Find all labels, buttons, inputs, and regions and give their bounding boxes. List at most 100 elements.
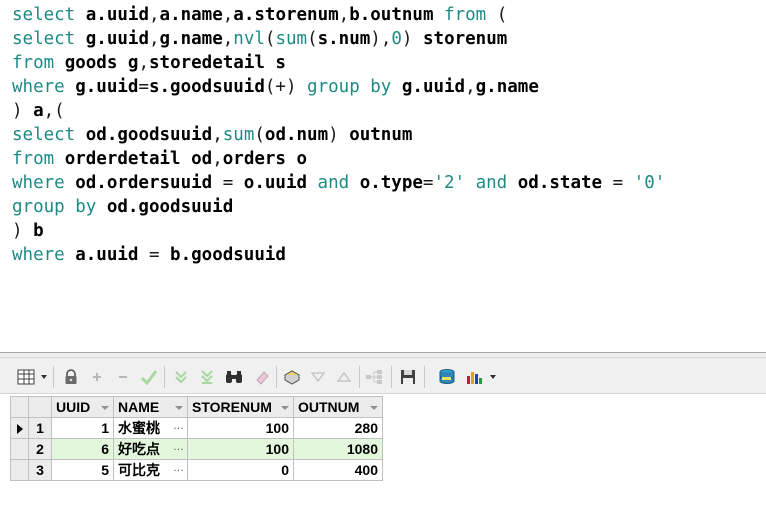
code-line[interactable]: select od.goodsuuid,sum(od.num) outnum — [12, 123, 665, 147]
query-by-example-icon[interactable] — [282, 367, 302, 387]
sql-symbol: , — [338, 5, 350, 25]
row-number[interactable]: 2 — [28, 438, 52, 460]
filter-icon[interactable] — [308, 367, 328, 387]
cell-name[interactable]: 水蜜桃… — [113, 417, 188, 439]
column-sort-caret-icon — [281, 406, 289, 410]
sql-number: 0 — [391, 29, 402, 49]
cell-name[interactable]: 好吃点… — [113, 438, 188, 460]
cell-outnum[interactable]: 280 — [293, 417, 383, 439]
column-header-storenum[interactable]: STORENUM — [187, 396, 294, 418]
sql-string: '0' — [633, 173, 666, 193]
sql-symbol: , — [222, 5, 234, 25]
save-icon[interactable] — [398, 367, 418, 387]
code-line[interactable]: where g.uuid=s.goodsuuid(+) group by g.u… — [12, 75, 665, 99]
toolbar-separator — [164, 366, 165, 388]
sql-symbol: ), — [370, 29, 392, 49]
sql-keyword: select — [12, 29, 86, 49]
cell-outnum-value: 400 — [354, 462, 378, 478]
table-row[interactable]: 2 6 好吃点 … 100 1080 — [10, 438, 383, 460]
sql-symbol: ( — [496, 5, 508, 25]
row-number[interactable]: 3 — [28, 459, 52, 481]
sql-symbol: ) — [12, 221, 34, 241]
cell-storenum[interactable]: 100 — [187, 417, 294, 439]
row-number[interactable]: 1 — [28, 417, 52, 439]
sql-keyword: where — [12, 77, 76, 97]
sql-keyword: from — [12, 53, 65, 73]
chart-dropdown-icon[interactable] — [490, 375, 496, 379]
code-line[interactable]: group by od.goodsuuid — [12, 195, 665, 219]
column-header-outnum[interactable]: OUTNUM — [293, 396, 383, 418]
sql-identifier: storedetail s — [149, 53, 286, 73]
code-line[interactable]: ) a,( — [12, 99, 665, 123]
cell-name-value: 可比克 — [118, 462, 160, 478]
toolbar-separator — [276, 366, 277, 388]
sql-symbol: , — [148, 5, 160, 25]
code-line[interactable]: from orderdetail od,orders o — [12, 147, 665, 171]
code-line[interactable]: where od.ordersuuid = o.uuid and o.type=… — [12, 171, 665, 195]
sql-identifier: od.ordersuuid — [75, 173, 213, 193]
column-header-name[interactable]: NAME — [113, 396, 188, 418]
fetch-next-icon[interactable] — [171, 367, 191, 387]
sql-identifier: a — [33, 101, 44, 121]
code-line[interactable]: from goods g,storedetail s — [12, 51, 665, 75]
cell-editor-ellipsis-button[interactable]: … — [173, 441, 184, 453]
code-line[interactable]: ) b — [12, 219, 665, 243]
delete-record-icon[interactable] — [113, 367, 133, 387]
result-grid-area: UUID NAME STORENUM OUTNUM 1 1 水蜜桃 … 100 280 2 6… — [0, 394, 766, 513]
sql-keyword: where — [12, 173, 76, 193]
code-line[interactable]: where a.uuid = b.goodsuuid — [12, 243, 665, 267]
column-header-uuid[interactable]: UUID — [51, 396, 114, 418]
sql-keyword: where — [12, 245, 76, 265]
column-sort-caret-icon — [370, 406, 378, 410]
fetch-last-icon[interactable] — [197, 367, 217, 387]
cell-editor-ellipsis-button[interactable]: … — [173, 462, 184, 474]
chart-icon[interactable] — [464, 367, 484, 387]
cell-storenum-value: 100 — [265, 441, 289, 457]
cell-editor-ellipsis-button[interactable]: … — [173, 420, 184, 432]
sql-symbol: ( — [307, 29, 318, 49]
toolbar-separator — [424, 366, 425, 388]
sql-identifier: orderdetail od — [64, 149, 213, 169]
cell-uuid[interactable]: 5 — [51, 459, 114, 481]
cell-storenum[interactable]: 100 — [187, 438, 294, 460]
sql-code[interactable]: select a.uuid,a.name,a.storenum,b.outnum… — [12, 3, 665, 267]
cell-uuid[interactable]: 6 — [51, 438, 114, 460]
sql-identifier: storenum — [423, 29, 508, 49]
row-indicator — [10, 417, 29, 439]
cell-uuid[interactable]: 1 — [51, 417, 114, 439]
cell-storenum-value: 100 — [265, 420, 289, 436]
cell-name[interactable]: 可比克 … — [113, 459, 188, 481]
sql-symbol: = — [422, 173, 434, 193]
sort-icon[interactable] — [334, 367, 354, 387]
export-icon[interactable] — [437, 367, 457, 387]
post-changes-icon[interactable] — [139, 367, 159, 387]
sql-function: sum — [275, 29, 308, 49]
cell-outnum[interactable]: 1080 — [293, 438, 383, 460]
grid-header-row: UUID NAME STORENUM OUTNUM — [10, 396, 383, 418]
code-line[interactable]: select a.uuid,a.name,a.storenum,b.outnum… — [12, 3, 665, 27]
column-sort-caret-icon — [175, 406, 183, 410]
sql-symbol: ( — [254, 125, 265, 145]
sql-symbol: = — [138, 245, 171, 265]
toolbar-separator — [53, 366, 54, 388]
sql-keyword: select — [12, 125, 86, 145]
sql-editor[interactable]: select a.uuid,a.name,a.storenum,b.outnum… — [0, 0, 766, 352]
table-row[interactable]: 3 5 可比克 … 0 400 — [10, 459, 383, 481]
tree-icon[interactable] — [364, 367, 384, 387]
grid-view-dropdown-icon[interactable] — [41, 375, 47, 379]
clear-icon[interactable] — [252, 367, 272, 387]
sql-identifier: od.num — [264, 125, 329, 145]
sql-keyword: from — [433, 5, 497, 25]
grid-view-icon[interactable] — [16, 367, 36, 387]
sql-symbol: , — [138, 53, 149, 73]
sql-symbol: = — [212, 173, 244, 193]
find-icon[interactable] — [224, 367, 244, 387]
lock-icon[interactable] — [61, 367, 81, 387]
cell-storenum[interactable]: 0 — [187, 459, 294, 481]
add-record-icon[interactable] — [87, 367, 107, 387]
cell-outnum[interactable]: 400 — [293, 459, 383, 481]
code-line[interactable]: select g.uuid,g.name,nvl(sum(s.num),0) s… — [12, 27, 665, 51]
sql-identifier: g.uuid — [85, 29, 149, 49]
sql-identifier: od.state — [517, 173, 603, 193]
table-row[interactable]: 1 1 水蜜桃 … 100 280 — [10, 417, 383, 439]
